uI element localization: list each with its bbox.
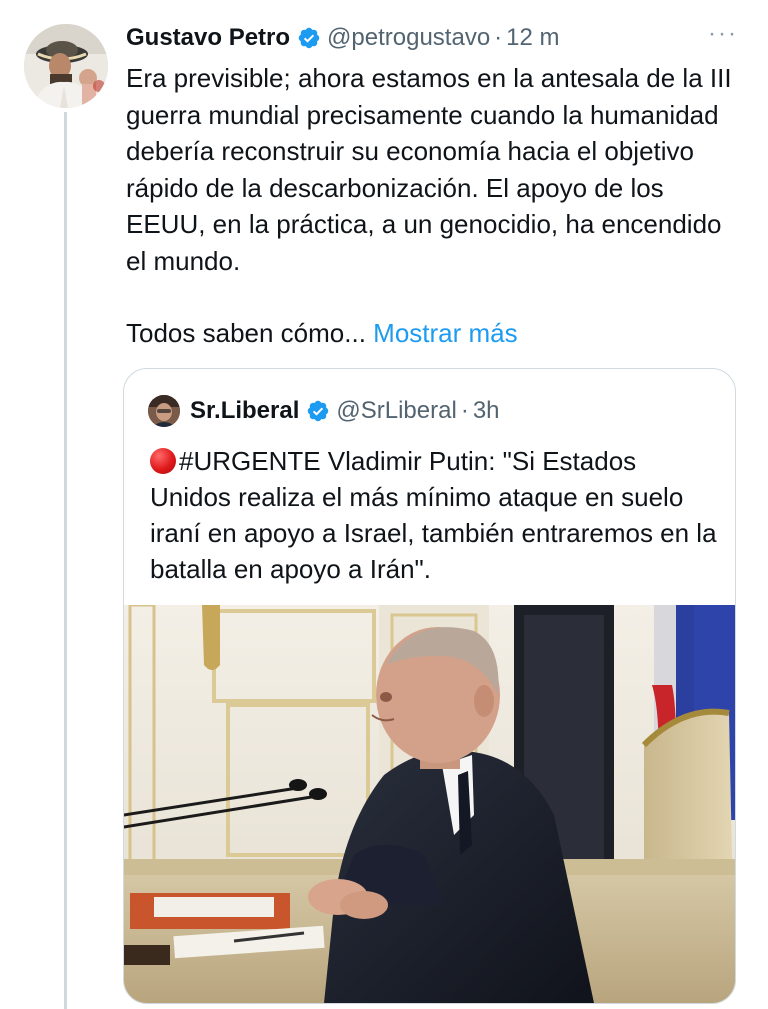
tweet-timestamp[interactable]: 12 m — [506, 24, 559, 52]
quoted-author-name[interactable]: Sr.Liberal — [190, 397, 299, 425]
quoted-timestamp[interactable]: 3h — [473, 397, 500, 425]
tweet-body: Era previsible; ahora estamos en la ante… — [126, 60, 746, 352]
show-more-link[interactable]: Mostrar más — [373, 318, 517, 348]
author-handle[interactable]: @petrogustavo — [327, 24, 490, 52]
quoted-tweet-photo[interactable] — [124, 605, 735, 1003]
thread-line — [64, 112, 67, 1009]
author-avatar-photo — [24, 24, 108, 108]
quoted-header-separator: · — [460, 397, 469, 424]
quoted-author-handle[interactable]: @SrLiberal — [336, 397, 456, 425]
quoted-avatar-photo — [148, 395, 180, 427]
author-name[interactable]: Gustavo Petro — [126, 24, 290, 52]
tweet-header: Gustavo Petro @petrogustavo · 12 m ··· — [126, 20, 738, 54]
verified-badge-icon — [298, 27, 320, 49]
quoted-tweet-header: Sr.Liberal @SrLiberal · 3h — [148, 395, 500, 427]
quoted-author-avatar[interactable] — [148, 395, 180, 427]
tweet-truncated-line: Todos saben cómo... Mostrar más — [126, 315, 746, 352]
tweet-truncated-text: Todos saben cómo... — [126, 318, 366, 348]
author-avatar[interactable] — [24, 24, 108, 108]
ellipsis-icon[interactable]: ··· — [708, 20, 738, 48]
quoted-verified-badge-icon — [308, 400, 329, 422]
red-circle-icon — [150, 448, 176, 474]
quoted-tweet-card[interactable]: Sr.Liberal @SrLiberal · 3h #URGENTE Vlad… — [123, 368, 736, 1004]
tweet-text: Era previsible; ahora estamos en la ante… — [126, 63, 732, 276]
quoted-tweet-text: #URGENTE Vladimir Putin: "Si Estados Uni… — [150, 446, 717, 584]
quoted-tweet-body: #URGENTE Vladimir Putin: "Si Estados Uni… — [150, 443, 720, 587]
header-separator: · — [494, 24, 503, 51]
